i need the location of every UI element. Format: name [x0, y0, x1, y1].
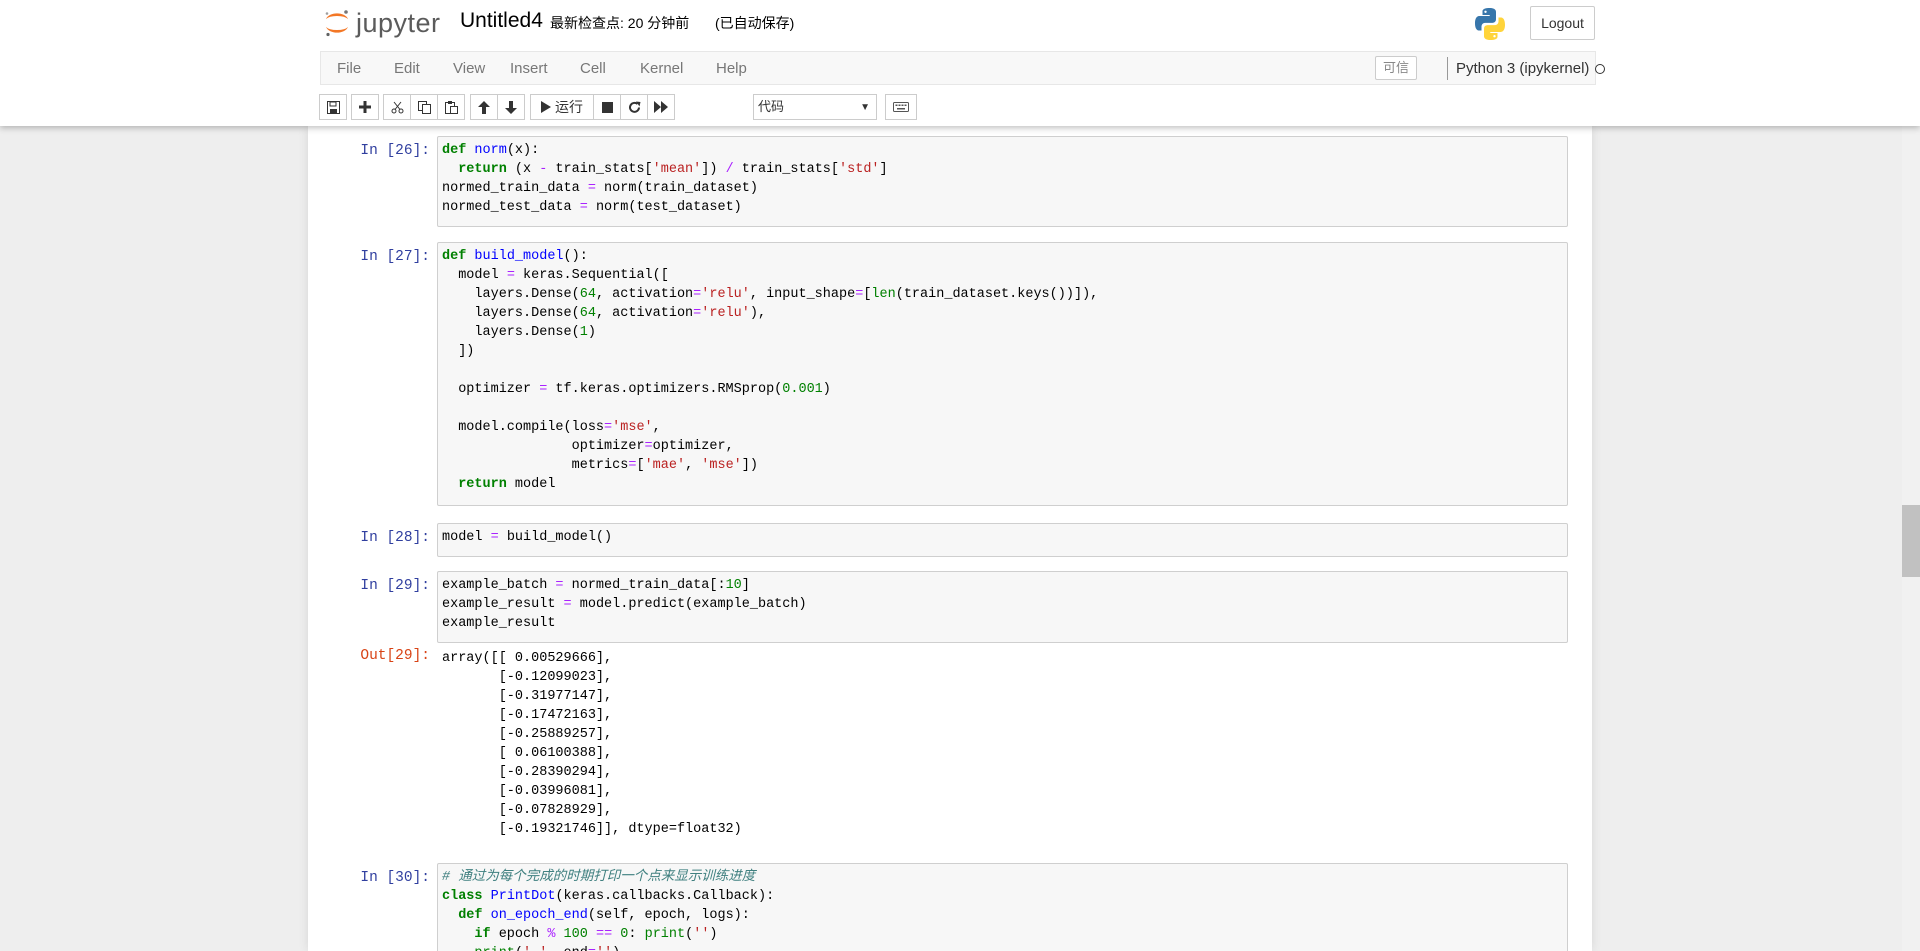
- input-prompt: In [26]:: [360, 143, 430, 159]
- python-logo-icon: [1475, 8, 1505, 40]
- input-prompt: In [29]:: [360, 578, 430, 594]
- paste-icon: [444, 100, 458, 114]
- code-input[interactable]: # 通过为每个完成的时期打印一个点来显示训练进度 class PrintDot(…: [437, 863, 1568, 951]
- code-input[interactable]: def norm(x): return (x - train_stats['me…: [437, 136, 1568, 227]
- scrollbar-thumb[interactable]: [1902, 505, 1920, 577]
- copy-icon: [417, 100, 431, 114]
- play-icon: [541, 101, 551, 113]
- code-input[interactable]: model = build_model(): [437, 523, 1568, 557]
- output-prompt: Out[29]:: [360, 648, 430, 664]
- menu-view[interactable]: View: [453, 52, 485, 85]
- toolbar: 运行 代码 ▼: [319, 94, 1609, 120]
- run-button-label: 运行: [555, 99, 583, 115]
- command-palette-button[interactable]: [885, 94, 917, 120]
- insert-cell-button[interactable]: [351, 94, 379, 120]
- cut-button[interactable]: [383, 94, 411, 120]
- scissors-icon: [391, 101, 403, 113]
- checkpoint-status: 最新检查点: 20 分钟前: [550, 15, 690, 31]
- input-prompt: In [30]:: [360, 870, 430, 886]
- jupyter-logo-icon: [325, 10, 348, 37]
- input-prompt: In [28]:: [360, 530, 430, 546]
- notebook-name[interactable]: Untitled4: [460, 9, 543, 33]
- paste-button[interactable]: [437, 94, 465, 120]
- menu-edit[interactable]: Edit: [394, 52, 420, 85]
- save-button[interactable]: [319, 94, 347, 120]
- input-prompt: In [27]:: [360, 249, 430, 265]
- output-text: array([[ 0.00529666], [-0.12099023], [-0…: [442, 651, 742, 837]
- restart-button[interactable]: [620, 94, 648, 120]
- code-input[interactable]: example_batch = normed_train_data[:10] e…: [437, 571, 1568, 643]
- cell-type-value: 代码: [758, 99, 785, 114]
- kernel-idle-icon: [1595, 64, 1605, 74]
- code-editor[interactable]: example_batch = normed_train_data[:10] e…: [438, 572, 1567, 637]
- fast-forward-icon: [654, 101, 668, 113]
- code-editor[interactable]: model = build_model(): [438, 524, 1567, 551]
- menu-kernel[interactable]: Kernel: [640, 52, 683, 85]
- menubar: File Edit View Insert Cell Kernel Help 可…: [320, 51, 1605, 85]
- save-icon: [326, 100, 340, 114]
- menu-cell[interactable]: Cell: [580, 52, 606, 85]
- logout-button[interactable]: Logout: [1530, 6, 1595, 40]
- restart-run-all-button[interactable]: [647, 94, 675, 120]
- arrow-up-icon: [478, 100, 490, 114]
- stop-icon: [601, 101, 613, 113]
- menu-help[interactable]: Help: [716, 52, 747, 85]
- header: jupyter Untitled4 最新检查点: 20 分钟前 (已自动保存) …: [0, 0, 1920, 126]
- run-button[interactable]: 运行: [530, 94, 594, 120]
- chevron-down-icon: ▼: [860, 102, 870, 113]
- code-input[interactable]: def build_model(): model = keras.Sequent…: [437, 242, 1568, 506]
- header-inner: jupyter Untitled4 最新检查点: 20 分钟前 (已自动保存) …: [308, 0, 1605, 126]
- jupyter-logo[interactable]: jupyter: [322, 6, 441, 40]
- keyboard-icon: [893, 102, 909, 112]
- kernel-divider: [1447, 57, 1448, 80]
- notebook-container: In [26]: def norm(x): return (x - train_…: [308, 126, 1592, 951]
- trusted-indicator[interactable]: 可信: [1375, 56, 1418, 80]
- arrow-down-icon: [505, 100, 517, 114]
- kernel-name[interactable]: Python 3 (ipykernel): [1456, 52, 1589, 85]
- menu-insert[interactable]: Insert: [510, 52, 548, 85]
- jupyter-logo-text: jupyter: [356, 7, 441, 38]
- autosave-status: (已自动保存): [715, 15, 795, 31]
- interrupt-button[interactable]: [593, 94, 621, 120]
- code-editor[interactable]: def norm(x): return (x - train_stats['me…: [438, 137, 1567, 221]
- move-down-button[interactable]: [497, 94, 525, 120]
- cell-output: array([[ 0.00529666], [-0.12099023], [-0…: [437, 646, 1568, 846]
- copy-button[interactable]: [410, 94, 438, 120]
- restart-icon: [628, 101, 640, 113]
- code-editor[interactable]: # 通过为每个完成的时期打印一个点来显示训练进度 class PrintDot(…: [438, 864, 1567, 951]
- code-editor[interactable]: def build_model(): model = keras.Sequent…: [438, 243, 1567, 498]
- cell-type-select[interactable]: 代码 ▼: [753, 94, 877, 120]
- plus-icon: [359, 101, 371, 113]
- move-up-button[interactable]: [470, 94, 498, 120]
- menu-file[interactable]: File: [337, 52, 361, 85]
